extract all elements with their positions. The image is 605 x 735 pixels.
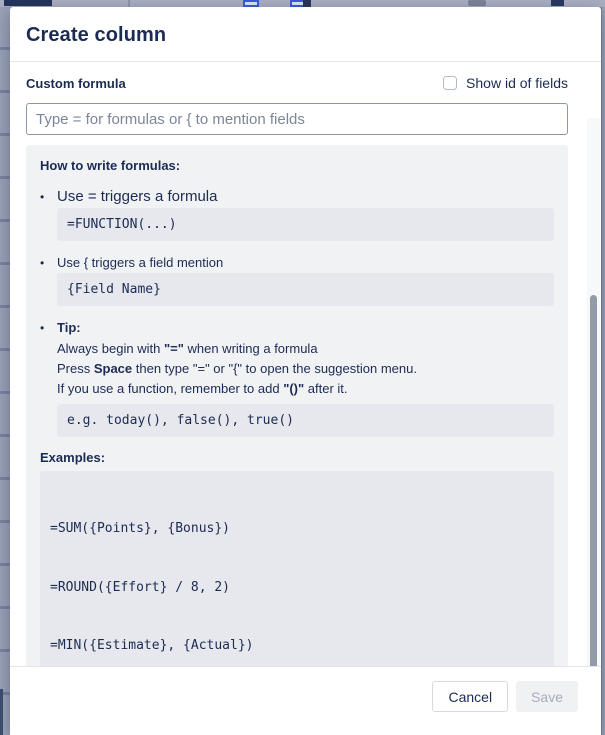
inline-code-block: =FUNCTION(...) [57, 208, 554, 241]
modal-content: Custom formula Show id of fields How to … [10, 62, 601, 666]
help-bullet: • Tip: [40, 320, 554, 335]
example-line: =SUM({Points}, {Bonus}) [50, 519, 544, 539]
backdrop-toolbar-icon [551, 0, 564, 6]
save-button[interactable]: Save [516, 681, 578, 712]
show-id-checkbox-row[interactable]: Show id of fields [443, 75, 568, 91]
backdrop-toolbar-icon [468, 0, 486, 6]
backdrop-toolbar [0, 0, 605, 7]
help-bullet: • Use = triggers a formula [40, 188, 554, 205]
backdrop-divider [128, 0, 130, 7]
backdrop-cursor-icon [303, 0, 311, 7]
show-id-checkbox-label[interactable]: Show id of fields [466, 75, 568, 91]
tip-lines: Always begin with "=" when writing a for… [57, 339, 554, 399]
create-column-modal: Create column Custom formula Show id of … [10, 7, 601, 735]
help-panel: How to write formulas: • Use = triggers … [26, 145, 568, 666]
inline-code-block: {Field Name} [57, 273, 554, 306]
formula-input[interactable] [26, 103, 568, 135]
page-title: Create column [26, 22, 166, 47]
backdrop-table-edge [0, 7, 10, 735]
help-bullet: • Use { triggers a field mention [40, 255, 554, 270]
help-heading: How to write formulas: [40, 158, 554, 173]
bullet-icon: • [40, 190, 57, 204]
bullet-text: Use = triggers a formula [57, 188, 217, 205]
tip-line: Press Space then type "=" or "{" to open… [57, 359, 554, 379]
example-line: =ROUND({Effort} / 8, 2) [50, 578, 544, 598]
scrollbar-thumb[interactable] [590, 295, 597, 666]
tip-section: • Tip: Always begin with "=" when writin… [40, 320, 554, 437]
checkbox-icon[interactable] [443, 76, 457, 90]
bullet-icon: • [40, 256, 57, 270]
examples-heading: Examples: [40, 450, 554, 465]
inline-code-block: e.g. today(), false(), true() [57, 404, 554, 437]
examples-code-block: =SUM({Points}, {Bonus}) =ROUND({Effort} … [40, 471, 554, 666]
backdrop-table-edge [601, 7, 605, 735]
modal-footer: Cancel Save [10, 666, 601, 735]
bullet-text: Use { triggers a field mention [57, 255, 223, 270]
modal-header: Create column [10, 7, 601, 62]
tip-line: Always begin with "=" when writing a for… [57, 339, 554, 359]
custom-formula-label: Custom formula [26, 76, 126, 91]
backdrop-edited-badge [4, 0, 52, 6]
bullet-icon: • [40, 321, 57, 335]
example-line: =MIN({Estimate}, {Actual}) [50, 636, 544, 656]
cancel-button[interactable]: Cancel [432, 681, 508, 712]
backdrop-toolbar-icon [243, 0, 259, 7]
tip-line: If you use a function, remember to add "… [57, 379, 554, 399]
tip-label: Tip: [57, 320, 81, 335]
